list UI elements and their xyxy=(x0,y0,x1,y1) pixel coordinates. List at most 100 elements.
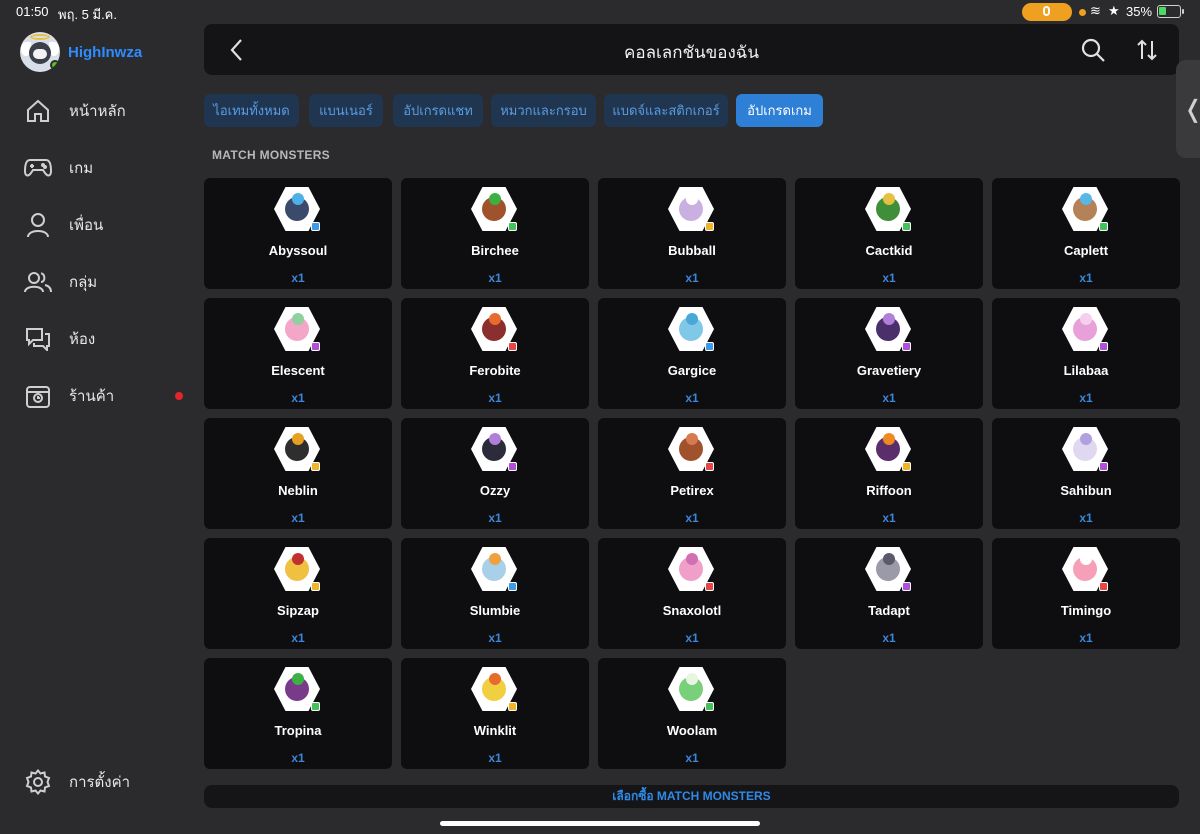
monster-card[interactable]: Riffoon x1 xyxy=(795,418,983,529)
monster-icon xyxy=(471,427,519,473)
monster-card[interactable]: Tadapt x1 xyxy=(795,538,983,649)
sidebar-item-rooms[interactable]: ห้อง xyxy=(0,319,196,359)
rarity-gem-icon xyxy=(705,582,714,591)
rarity-gem-icon xyxy=(1099,222,1108,231)
monster-quantity: x1 xyxy=(488,391,502,405)
sidebar-item-label: กลุ่ม xyxy=(69,274,98,291)
rarity-gem-icon xyxy=(705,702,714,711)
sidebar-item-friends[interactable]: เพื่อน xyxy=(0,205,196,245)
monster-icon xyxy=(865,427,913,473)
sidebar-item-shop[interactable]: ร้านค้า xyxy=(0,376,196,416)
page-header: คอลเลกชันของฉัน xyxy=(204,24,1179,75)
monster-name: Sahibun xyxy=(1060,483,1112,498)
sidebar-item-label: ร้านค้า xyxy=(69,388,115,405)
monster-card[interactable]: Caplett x1 xyxy=(992,178,1180,289)
rarity-gem-icon xyxy=(508,702,517,711)
sidebar-item-groups[interactable]: กลุ่ม xyxy=(0,262,196,302)
monster-icon xyxy=(1062,307,1110,353)
monster-icon xyxy=(471,667,519,713)
wifi-icon: ≋ xyxy=(1090,3,1101,18)
monster-name: Timingo xyxy=(1060,603,1112,618)
tab-banners[interactable]: แบนเนอร์ xyxy=(309,94,383,127)
rarity-gem-icon xyxy=(311,342,320,351)
status-date: พฤ. 5 มี.ค. xyxy=(58,7,117,22)
sidebar-item-label: เกม xyxy=(69,160,94,177)
monster-name: Petirex xyxy=(670,483,714,498)
rarity-gem-icon xyxy=(311,222,320,231)
monster-card[interactable]: Petirex x1 xyxy=(598,418,786,529)
monster-quantity: x1 xyxy=(1079,271,1093,285)
monster-card[interactable]: Gargice x1 xyxy=(598,298,786,409)
user-icon xyxy=(24,211,52,239)
rarity-gem-icon xyxy=(705,342,714,351)
monster-name: Woolam xyxy=(666,723,718,738)
rarity-gem-icon xyxy=(705,462,714,471)
username[interactable]: HighInwza xyxy=(68,44,142,61)
monster-icon xyxy=(471,307,519,353)
monster-card[interactable]: Gravetiery x1 xyxy=(795,298,983,409)
monster-card[interactable]: Abyssoul x1 xyxy=(204,178,392,289)
sidebar-item-home[interactable]: หน้าหลัก xyxy=(0,91,196,131)
monster-name: Neblin xyxy=(278,483,318,498)
monster-card[interactable]: Ozzy x1 xyxy=(401,418,589,529)
profile[interactable]: HighInwza xyxy=(20,32,142,72)
home-indicator[interactable] xyxy=(440,821,760,826)
monster-icon xyxy=(865,547,913,593)
monster-name: Caplett xyxy=(1063,243,1109,258)
monster-card[interactable]: Winklit x1 xyxy=(401,658,589,769)
rarity-gem-icon xyxy=(508,342,517,351)
settings-label: การตั้งค่า xyxy=(69,774,131,791)
monster-icon xyxy=(274,667,322,713)
gamepad-icon xyxy=(24,154,52,182)
sidebar-item-games[interactable]: เกม xyxy=(0,148,196,188)
monster-card[interactable]: Tropina x1 xyxy=(204,658,392,769)
monster-icon xyxy=(668,547,716,593)
sidebar-item-settings[interactable]: การตั้งค่า xyxy=(0,762,196,802)
battery-charging-icon xyxy=(1157,5,1181,18)
rarity-gem-icon xyxy=(1099,462,1108,471)
monster-icon xyxy=(274,547,322,593)
monster-card[interactable]: Sipzap x1 xyxy=(204,538,392,649)
monster-card[interactable]: Neblin x1 xyxy=(204,418,392,529)
battery-percentage: 35% xyxy=(1126,4,1153,19)
sort-button[interactable] xyxy=(1134,37,1160,63)
home-icon xyxy=(24,97,52,125)
tab-badges-stickers[interactable]: แบดจ์และสติกเกอร์ xyxy=(604,94,728,127)
monster-card[interactable]: Ferobite x1 xyxy=(401,298,589,409)
notification-dot xyxy=(175,392,183,400)
monster-card[interactable]: Woolam x1 xyxy=(598,658,786,769)
monster-card[interactable]: Slumbie x1 xyxy=(401,538,589,649)
monster-card[interactable]: Birchee x1 xyxy=(401,178,589,289)
avatar[interactable] xyxy=(20,32,60,72)
status-bar: 01:50 พฤ. 5 มี.ค. ≋ ★ 35% xyxy=(0,0,1200,24)
monster-card[interactable]: Bubball x1 xyxy=(598,178,786,289)
monster-card[interactable]: Timingo x1 xyxy=(992,538,1180,649)
rarity-gem-icon xyxy=(902,342,911,351)
sidebar: HighInwza หน้าหลัก เกม เพื่อน กลุ่ม ห้อง… xyxy=(0,24,196,834)
monster-quantity: x1 xyxy=(685,391,699,405)
monster-quantity: x1 xyxy=(291,631,305,645)
monster-card[interactable]: Sahibun x1 xyxy=(992,418,1180,529)
buy-match-monsters-button[interactable]: เลือกซื้อ MATCH MONSTERS xyxy=(204,785,1179,808)
monster-card[interactable]: Cactkid x1 xyxy=(795,178,983,289)
monster-icon xyxy=(1062,547,1110,593)
monster-quantity: x1 xyxy=(882,271,896,285)
tab-chat-upgrades[interactable]: อัปเกรดแชท xyxy=(393,94,483,127)
star-icon: ★ xyxy=(1108,3,1120,18)
monster-card[interactable]: Elescent x1 xyxy=(204,298,392,409)
tab-game-upgrades[interactable]: อัปเกรดเกม xyxy=(736,94,823,127)
tab-all-items[interactable]: ไอเทมทั้งหมด xyxy=(204,94,299,127)
monster-name: Abyssoul xyxy=(268,243,328,258)
monster-quantity: x1 xyxy=(882,631,896,645)
tab-hats-frames[interactable]: หมวกและกรอบ xyxy=(491,94,596,127)
monster-icon xyxy=(668,427,716,473)
monster-icon xyxy=(274,427,322,473)
rarity-gem-icon xyxy=(902,222,911,231)
monster-name: Riffoon xyxy=(866,483,912,498)
page-title: คอลเลกชันของฉัน xyxy=(623,43,759,62)
monster-quantity: x1 xyxy=(488,751,502,765)
search-button[interactable] xyxy=(1080,37,1106,63)
side-panel-handle[interactable]: ❬ xyxy=(1176,60,1200,158)
monster-card[interactable]: Snaxolotl x1 xyxy=(598,538,786,649)
monster-card[interactable]: Lilabaa x1 xyxy=(992,298,1180,409)
